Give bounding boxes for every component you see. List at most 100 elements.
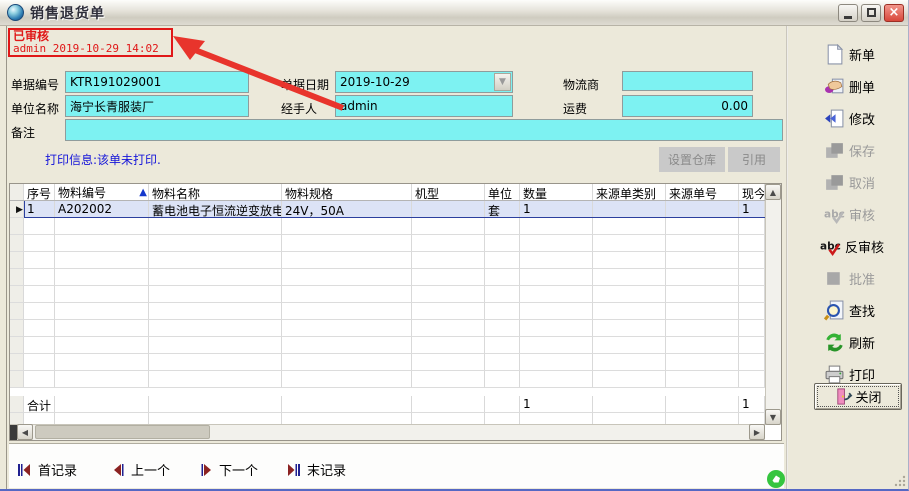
col-header-material-no[interactable]: 物料编号▲: [55, 184, 149, 200]
table-cell: [739, 218, 765, 235]
vertical-scrollbar[interactable]: ▲ ▼: [765, 184, 781, 425]
table-cell: [593, 320, 666, 337]
table-row-empty[interactable]: [10, 252, 781, 269]
horizontal-scrollbar[interactable]: ◀ ▶: [10, 424, 765, 440]
col-header-material-name[interactable]: 物料名称: [149, 184, 282, 200]
modify-button[interactable]: 修改: [816, 106, 906, 130]
table-cell: [739, 286, 765, 303]
new-doc-button[interactable]: 新单: [816, 42, 906, 66]
col-header-model[interactable]: 机型: [412, 184, 485, 200]
chevron-up-icon: ▲: [770, 188, 776, 197]
table-cell: [485, 235, 520, 252]
table-row-empty[interactable]: [10, 371, 781, 388]
table-cell: [485, 320, 520, 337]
panel-divider: [786, 26, 788, 489]
cell-unit[interactable]: 套: [485, 201, 520, 218]
table-row-empty[interactable]: [10, 354, 781, 371]
table-cell: [520, 286, 593, 303]
scroll-right-button[interactable]: ▶: [749, 424, 765, 440]
handler-input[interactable]: [335, 95, 513, 117]
next-record-button[interactable]: 下一个: [200, 460, 258, 479]
table-row-empty[interactable]: [10, 337, 781, 354]
title-bar[interactable]: 销售退货单 ×: [0, 0, 909, 26]
reference-button[interactable]: 引用: [728, 147, 780, 172]
table-row-empty[interactable]: [10, 269, 781, 286]
minimize-button[interactable]: [838, 4, 858, 22]
cell-seq[interactable]: 1: [24, 201, 55, 218]
table-header-row: 序号 物料编号▲ 物料名称 物料规格 机型 单位 数量 来源单类别 来源单号 现…: [10, 184, 781, 201]
table-cell: [24, 235, 55, 252]
table-cell: [666, 252, 739, 269]
table-cell: [55, 303, 149, 320]
cell-stock[interactable]: 1: [739, 201, 765, 218]
table-cell: [666, 235, 739, 252]
close-icon: ×: [889, 6, 900, 19]
close-form-button[interactable]: 关闭: [814, 383, 902, 410]
table-cell: [55, 396, 149, 413]
cell-material-name[interactable]: 蓄电池电子恒流逆变放电: [149, 201, 282, 218]
set-warehouse-button[interactable]: 设置仓库: [659, 147, 725, 172]
table-cell: [282, 396, 412, 413]
col-header-unit[interactable]: 单位: [485, 184, 520, 200]
table-row-empty[interactable]: [10, 218, 781, 235]
total-label: 合计: [24, 396, 55, 413]
cell-source-no[interactable]: [666, 201, 739, 218]
scroll-up-button[interactable]: ▲: [765, 184, 781, 200]
table-row-empty[interactable]: [10, 286, 781, 303]
delete-doc-button[interactable]: 删单: [816, 74, 906, 98]
table-cell: [520, 269, 593, 286]
cell-qty[interactable]: 1: [520, 201, 593, 218]
modify-label: 修改: [849, 109, 875, 128]
col-header-source-type[interactable]: 来源单类别: [593, 184, 666, 200]
table-cell: [412, 320, 485, 337]
cell-material-no[interactable]: A202002: [55, 201, 149, 218]
col-header-seq[interactable]: 序号: [24, 184, 55, 200]
unit-name-input[interactable]: [65, 95, 249, 117]
freight-input[interactable]: [622, 95, 753, 117]
table-cell: [739, 354, 765, 371]
resize-grip[interactable]: [892, 473, 906, 487]
doc-no-input[interactable]: [65, 71, 249, 93]
doc-date-combobox[interactable]: 2019-10-29 ▼: [335, 71, 513, 93]
close-window-button[interactable]: ×: [884, 4, 904, 22]
table-cell: [412, 269, 485, 286]
last-record-button[interactable]: 末记录: [286, 460, 346, 479]
cell-source-type[interactable]: [593, 201, 666, 218]
table-cell: [149, 371, 282, 388]
first-record-button[interactable]: 首记录: [17, 460, 77, 479]
refresh-button[interactable]: 刷新: [816, 330, 906, 354]
unaudit-button[interactable]: abc 反审核: [812, 234, 902, 258]
current-row-marker: ▶: [10, 201, 24, 218]
table-row-empty[interactable]: [10, 320, 781, 337]
col-header-spec[interactable]: 物料规格: [282, 184, 412, 200]
table-cell: [149, 218, 282, 235]
previous-record-button[interactable]: 上一个: [112, 460, 170, 479]
table-row-selected[interactable]: ▶ 1 A202002 蓄电池电子恒流逆变放电 24V，50A 套 1 1: [10, 201, 781, 218]
table-row-empty[interactable]: [10, 303, 781, 320]
scroll-down-button[interactable]: ▼: [765, 409, 781, 425]
table-cell: [412, 218, 485, 235]
remark-input[interactable]: [65, 119, 783, 141]
col-header-source-no[interactable]: 来源单号: [666, 184, 739, 200]
table-cell: [10, 269, 24, 286]
audit-status-box: 已审核 admin 2019-10-29 14:02: [8, 28, 173, 57]
cell-model[interactable]: [412, 201, 485, 218]
col-header-qty[interactable]: 数量: [520, 184, 593, 200]
find-button[interactable]: 查找: [816, 298, 906, 322]
table-row-empty[interactable]: [10, 235, 781, 252]
table-cell: [412, 337, 485, 354]
table-cell: [485, 354, 520, 371]
audit-icon: abc: [824, 204, 845, 225]
table-cell: [666, 337, 739, 354]
maximize-button[interactable]: [861, 4, 881, 22]
scroll-left-button[interactable]: ◀: [17, 424, 33, 440]
doc-date-dropdown-button[interactable]: ▼: [494, 73, 511, 91]
cell-spec[interactable]: 24V，50A: [282, 201, 412, 218]
table-cell: [55, 269, 149, 286]
horizontal-scroll-thumb[interactable]: [35, 425, 210, 439]
table-cell: [55, 371, 149, 388]
col-header-stock[interactable]: 现今库存: [739, 184, 765, 200]
close-form-label: 关闭: [855, 387, 881, 406]
save-icon: [824, 140, 845, 161]
logistics-input[interactable]: [622, 71, 753, 91]
